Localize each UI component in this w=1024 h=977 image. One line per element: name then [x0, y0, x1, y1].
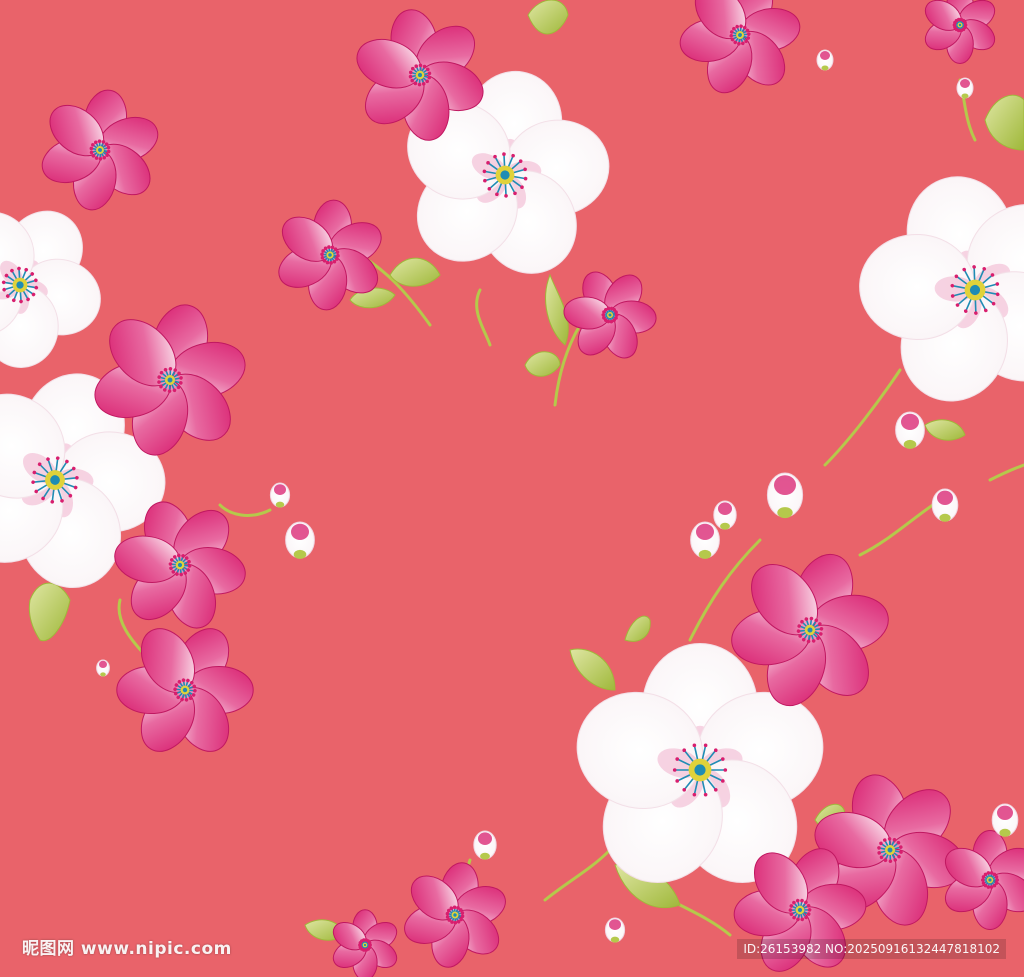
- watermark-site: 昵图网 www.nipic.com: [22, 939, 232, 959]
- flower-bud: [816, 49, 834, 71]
- flower-bud: [269, 482, 291, 508]
- flower-bud: [473, 830, 497, 860]
- flower-bud: [956, 77, 974, 99]
- watermark-id: ID:26153982 NO:20250916132447818102: [737, 939, 1006, 959]
- flower-bud: [690, 521, 720, 559]
- flower-bud: [991, 803, 1019, 837]
- flower-bud: [931, 488, 959, 522]
- flower-bud: [895, 411, 925, 449]
- flower-bud: [96, 659, 110, 677]
- flower-bud: [604, 917, 626, 943]
- floral-pattern-image: [0, 0, 1024, 977]
- flower-bud: [713, 500, 737, 530]
- flower-bud: [285, 521, 315, 559]
- flower-bud: [766, 472, 804, 519]
